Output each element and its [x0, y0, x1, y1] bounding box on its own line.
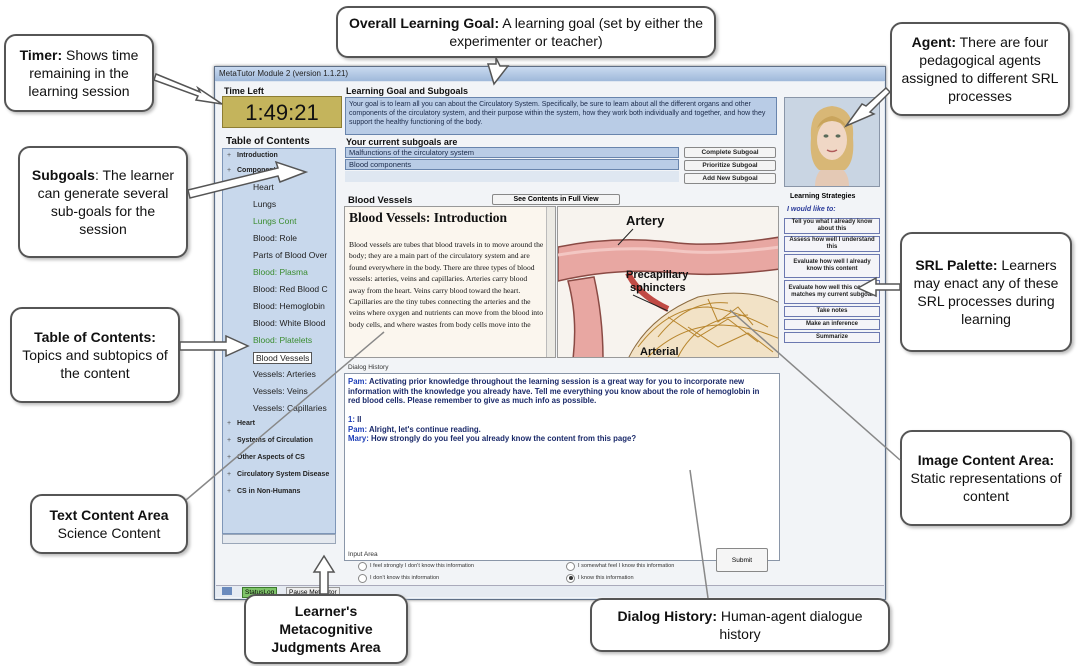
arrow-agent — [843, 86, 892, 128]
arrow-text-area — [185, 331, 385, 501]
arrow-timer — [153, 73, 223, 105]
callout-arrows — [153, 57, 901, 599]
arrow-srl — [856, 276, 901, 298]
arrow-judgments — [312, 554, 336, 595]
arrow-dialog — [689, 469, 709, 599]
arrow-goal — [486, 57, 510, 86]
arrow-subgoals — [187, 160, 309, 199]
arrow-image-area — [729, 309, 901, 461]
arrow-toc — [179, 334, 250, 358]
